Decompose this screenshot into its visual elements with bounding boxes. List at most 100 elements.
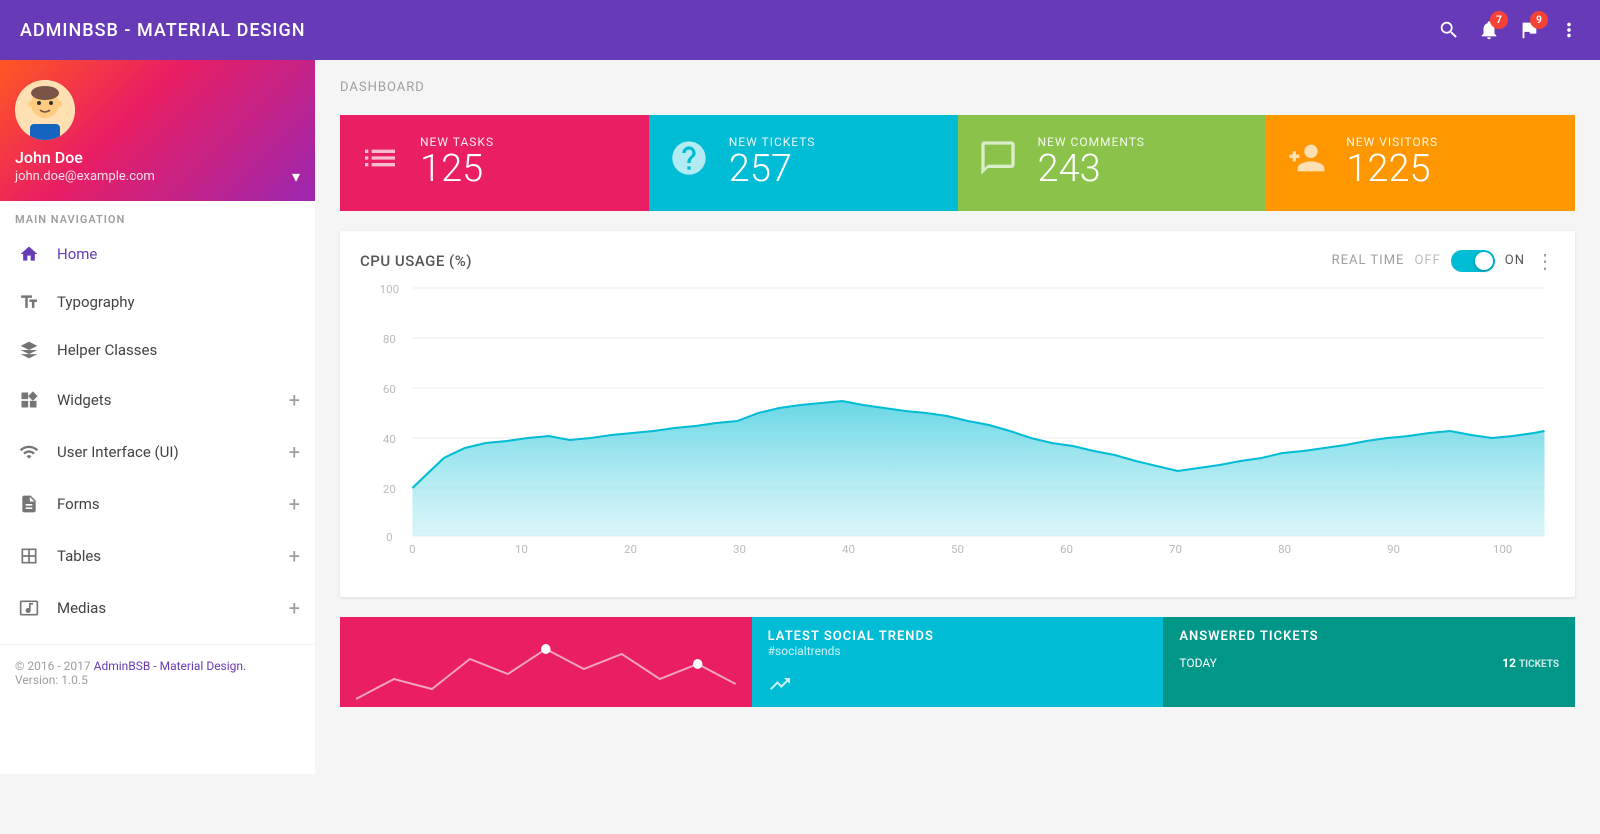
- flags-button[interactable]: 9: [1518, 19, 1540, 41]
- bottom-card-pink: [340, 617, 752, 707]
- chart-title: CPU USAGE (%): [360, 252, 472, 270]
- notification-badge: 7: [1490, 11, 1508, 29]
- sidebar-item-medias[interactable]: Medias +: [0, 582, 315, 634]
- sidebar-item-ui[interactable]: User Interface (UI) +: [0, 426, 315, 478]
- svg-text:0: 0: [386, 531, 392, 544]
- chart-controls: REAL TIME OFF ON ⋮: [1332, 249, 1555, 273]
- nav-section-label: MAIN NAVIGATION: [0, 201, 315, 230]
- svg-text:40: 40: [383, 433, 396, 446]
- sidebar: John Doe john.doe@example.com ▾ MAIN NAV…: [0, 60, 315, 774]
- chart-more-button[interactable]: ⋮: [1535, 249, 1555, 273]
- svg-text:0: 0: [409, 543, 415, 556]
- user-menu-chevron[interactable]: ▾: [292, 167, 300, 186]
- typography-icon: [15, 292, 43, 312]
- home-icon: [15, 244, 43, 264]
- footer-link[interactable]: AdminBSB - Material Design.: [94, 659, 247, 673]
- tables-expand-icon[interactable]: +: [289, 544, 300, 568]
- on-label: ON: [1505, 253, 1525, 268]
- top-navigation: ADMINBSB - MATERIAL DESIGN 7 9: [0, 0, 1600, 60]
- social-card-header: LATEST SOCIAL TRENDS #socialtrends: [752, 617, 1164, 666]
- svg-text:90: 90: [1387, 543, 1400, 556]
- svg-text:100: 100: [380, 283, 399, 296]
- sidebar-item-label-forms: Forms: [57, 495, 289, 513]
- bottom-card-social: LATEST SOCIAL TRENDS #socialtrends: [752, 617, 1164, 707]
- svg-text:10: 10: [515, 543, 528, 556]
- version-text: Version: 1.0.5: [15, 673, 88, 687]
- top-nav-icons: 7 9: [1438, 19, 1580, 41]
- avatar: [15, 80, 75, 140]
- cpu-chart: 100 80 60 40 20 0: [360, 283, 1555, 587]
- sidebar-item-label-helper: Helper Classes: [57, 341, 300, 359]
- realtime-toggle[interactable]: [1451, 250, 1495, 272]
- sidebar-item-label-tables: Tables: [57, 547, 289, 565]
- page-title: DASHBOARD: [340, 80, 1575, 95]
- tickets-card-title: ANSWERED TICKETS: [1179, 629, 1559, 644]
- user-email: john.doe@example.com ▾: [15, 167, 300, 186]
- medias-expand-icon[interactable]: +: [289, 596, 300, 620]
- tickets-count: 12 TICKETS: [1502, 656, 1559, 670]
- off-label: OFF: [1414, 253, 1440, 268]
- sidebar-item-widgets[interactable]: Widgets +: [0, 374, 315, 426]
- stat-card-tickets: NEW TICKETS 257: [649, 115, 958, 211]
- sidebar-footer: © 2016 - 2017 AdminBSB - Material Design…: [0, 644, 315, 701]
- widgets-icon: [15, 390, 43, 410]
- tickets-icon: [669, 138, 709, 187]
- bottom-cards: LATEST SOCIAL TRENDS #socialtrends ANSWE…: [340, 617, 1575, 707]
- svg-text:60: 60: [383, 383, 396, 396]
- tickets-today-label: TODAY: [1179, 656, 1217, 670]
- search-button[interactable]: [1438, 19, 1460, 41]
- stat-card-visitors-label: NEW VISITORS: [1346, 135, 1438, 149]
- svg-text:60: 60: [1060, 543, 1073, 556]
- stat-cards: NEW TASKS 125 NEW TICKETS 257 NEW CO: [340, 115, 1575, 211]
- svg-text:80: 80: [383, 333, 396, 346]
- sidebar-item-typography[interactable]: Typography: [0, 278, 315, 326]
- sidebar-item-label-home: Home: [57, 245, 300, 263]
- notifications-button[interactable]: 7: [1478, 19, 1500, 41]
- diamond-icon: [15, 340, 43, 360]
- stat-card-tickets-content: NEW TICKETS 257: [729, 135, 816, 191]
- svg-text:70: 70: [1169, 543, 1182, 556]
- sidebar-item-tables[interactable]: Tables +: [0, 530, 315, 582]
- stat-card-visitors: NEW VISITORS 1225: [1266, 115, 1575, 211]
- user-name: John Doe: [15, 148, 300, 167]
- trend-icon: [768, 672, 792, 699]
- widgets-expand-icon[interactable]: +: [289, 388, 300, 412]
- stat-card-comments-label: NEW COMMENTS: [1038, 135, 1145, 149]
- sidebar-item-label-medias: Medias: [57, 599, 289, 617]
- sidebar-item-home[interactable]: Home: [0, 230, 315, 278]
- sidebar-header: John Doe john.doe@example.com ▾: [0, 60, 315, 201]
- forms-expand-icon[interactable]: +: [289, 492, 300, 516]
- stat-card-tickets-label: NEW TICKETS: [729, 135, 816, 149]
- sidebar-item-label-ui: User Interface (UI): [57, 443, 289, 461]
- toggle-knob: [1475, 252, 1493, 270]
- svg-text:20: 20: [624, 543, 637, 556]
- svg-text:50: 50: [951, 543, 964, 556]
- stat-card-tasks: NEW TASKS 125: [340, 115, 649, 211]
- social-card-tag: #socialtrends: [768, 644, 1148, 658]
- svg-text:100: 100: [1493, 543, 1512, 556]
- sidebar-item-helper-classes[interactable]: Helper Classes: [0, 326, 315, 374]
- sidebar-item-forms[interactable]: Forms +: [0, 478, 315, 530]
- sidebar-item-label-widgets: Widgets: [57, 391, 289, 409]
- stat-card-tickets-value: 257: [729, 149, 816, 191]
- stat-card-comments-value: 243: [1038, 149, 1145, 191]
- app-title: ADMINBSB - MATERIAL DESIGN: [20, 20, 1438, 41]
- tables-icon: [15, 546, 43, 566]
- flag-badge: 9: [1530, 11, 1548, 29]
- main-content: DASHBOARD NEW TASKS 125 NEW TICKETS 257: [315, 60, 1600, 774]
- stat-card-tasks-value: 125: [420, 149, 494, 191]
- ui-expand-icon[interactable]: +: [289, 440, 300, 464]
- stat-card-comments: NEW COMMENTS 243: [958, 115, 1267, 211]
- social-card-footer: [752, 666, 1164, 705]
- bottom-card-tickets: ANSWERED TICKETS TODAY 12 TICKETS: [1163, 617, 1575, 707]
- stat-card-tasks-content: NEW TASKS 125: [420, 135, 494, 191]
- stat-card-tasks-label: NEW TASKS: [420, 135, 494, 149]
- main-layout: John Doe john.doe@example.com ▾ MAIN NAV…: [0, 60, 1600, 774]
- chart-section: CPU USAGE (%) REAL TIME OFF ON ⋮ 100 80: [340, 231, 1575, 597]
- more-menu-button[interactable]: [1558, 19, 1580, 41]
- forms-icon: [15, 494, 43, 514]
- tickets-card-header: ANSWERED TICKETS: [1163, 617, 1575, 652]
- chart-svg: 100 80 60 40 20 0: [360, 283, 1555, 583]
- ui-icon: [15, 442, 43, 462]
- stat-card-comments-content: NEW COMMENTS 243: [1038, 135, 1145, 191]
